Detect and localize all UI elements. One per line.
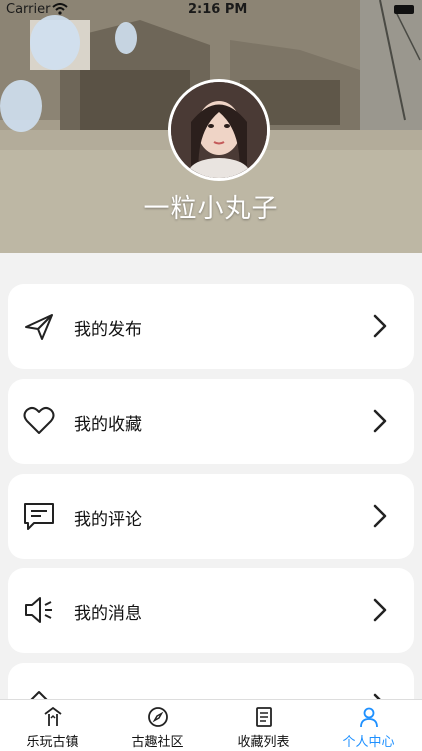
chevron-right-icon: [373, 314, 387, 338]
send-icon: [25, 314, 53, 340]
menu-item-label: 我的收藏: [74, 415, 142, 435]
person-icon: [360, 707, 378, 728]
tab-label: 古趣社区: [131, 735, 184, 750]
battery-icon: [394, 5, 414, 14]
avatar-portrait: [171, 82, 267, 178]
menu-item-label: 我的发布: [74, 320, 142, 340]
heart-icon: [23, 406, 55, 434]
menu-item-my-comments[interactable]: 我的评论: [8, 474, 414, 559]
menu-item-my-favorites[interactable]: 我的收藏: [8, 379, 414, 464]
tab-personal-center[interactable]: 个人中心: [316, 700, 421, 751]
compass-icon: [148, 707, 168, 727]
magnolia-decoration: [0, 80, 42, 132]
status-time: 2:16 PM: [188, 2, 248, 17]
tab-community[interactable]: 古趣社区: [105, 700, 210, 751]
comment-icon: [24, 503, 54, 530]
pagoda-icon: [44, 706, 62, 726]
menu-item-label: 我的消息: [74, 604, 142, 624]
speaker-icon: [25, 597, 52, 623]
tab-favorites-list[interactable]: 收藏列表: [211, 700, 316, 751]
tab-label: 收藏列表: [237, 735, 290, 750]
tab-bar: 乐玩古镇 古趣社区 收藏列表 个人中心: [0, 699, 422, 751]
menu-item-my-messages[interactable]: 我的消息: [8, 568, 414, 653]
tab-label: 乐玩古镇: [26, 735, 79, 750]
chevron-right-icon: [373, 409, 387, 433]
chevron-right-icon: [373, 504, 387, 528]
menu-item-label: 我的评论: [74, 510, 142, 530]
magnolia-decoration: [115, 22, 137, 54]
chevron-right-icon: [373, 598, 387, 622]
tab-label: 个人中心: [342, 735, 395, 750]
status-bar: Carrier 2:16 PM: [0, 0, 422, 22]
menu-item-my-posts[interactable]: 我的发布: [8, 284, 414, 369]
tab-town-fun[interactable]: 乐玩古镇: [0, 700, 105, 751]
profile-header: Carrier 2:16 PM 一粒小丸子: [0, 0, 422, 253]
list-icon: [256, 707, 272, 727]
carrier-label: Carrier: [6, 2, 51, 17]
wifi-icon: [52, 3, 68, 15]
avatar[interactable]: [168, 79, 270, 181]
magnolia-decoration: [30, 15, 80, 70]
username: 一粒小丸子: [143, 194, 279, 224]
